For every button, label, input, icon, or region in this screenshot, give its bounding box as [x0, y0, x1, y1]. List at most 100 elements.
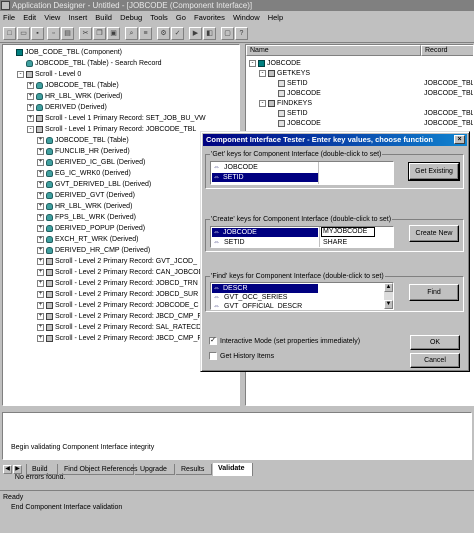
tree-node[interactable]: - Scroll - Level 1 Primary Record: JOBCOD…	[27, 125, 196, 134]
tab-build[interactable]: Build	[26, 464, 58, 475]
expand-icon[interactable]: +	[37, 158, 44, 166]
tab-scroll-left-icon[interactable]: ◀	[3, 465, 12, 474]
ci-tree-row[interactable]: - JOBCODE	[249, 59, 301, 68]
expand-icon[interactable]: +	[37, 301, 44, 309]
menu-debug[interactable]: Debug	[117, 11, 145, 24]
expand-icon[interactable]: +	[37, 213, 44, 221]
expand-icon[interactable]: +	[37, 224, 44, 232]
tree-node[interactable]: + EXCH_RT_WRK (Derived)	[37, 235, 139, 244]
tree-node[interactable]: + Scroll - Level 2 Primary Record: JOBCOD…	[37, 301, 199, 310]
tab-find-object-references[interactable]: Find Object References	[59, 464, 138, 475]
create-key-row-selected[interactable]: ⇔ JOBCODE	[212, 228, 318, 237]
expand-icon[interactable]: +	[27, 114, 34, 122]
tree-node[interactable]: + Scroll - Level 2 Primary Record: GVT_JC…	[37, 257, 197, 266]
project-icon[interactable]: ◧	[203, 27, 216, 40]
tree-node[interactable]: + Scroll - Level 2 Primary Record: JBCD_C…	[37, 312, 202, 321]
interactive-mode-option[interactable]: ✓ Interactive Mode (set properties immedi…	[209, 337, 360, 345]
get-keys-list[interactable]: ⇔ JOBCODE ⇔ SETID	[210, 161, 394, 185]
expand-icon[interactable]: +	[27, 81, 34, 89]
expand-icon[interactable]: +	[37, 180, 44, 188]
properties-icon[interactable]: ≡	[139, 27, 152, 40]
tab-scroll-right-icon[interactable]: ▶	[13, 465, 22, 474]
menu-favorites[interactable]: Favorites	[191, 11, 228, 24]
tree-node[interactable]: + DERIVED (Derived)	[27, 103, 107, 112]
help-icon[interactable]: ?	[235, 27, 248, 40]
print-icon[interactable]: ▤	[61, 27, 74, 40]
menu-help[interactable]: Help	[265, 11, 286, 24]
test-icon[interactable]: ▶	[189, 27, 202, 40]
expand-icon[interactable]: +	[37, 268, 44, 276]
ci-tree-row[interactable]: JOBCODE	[269, 119, 321, 128]
tree-node[interactable]: + Scroll - Level 2 Primary Record: JBCD_C…	[37, 334, 202, 343]
get-key-row-selected[interactable]: ⇔ SETID	[212, 173, 318, 182]
tree-node[interactable]: + Scroll - Level 2 Primary Record: SAL_RA…	[37, 323, 201, 332]
collapse-icon[interactable]: -	[27, 125, 34, 133]
name-column-header[interactable]: Name	[246, 45, 421, 56]
tree-node[interactable]: JOBCODE_TBL (Table) - Search Record	[17, 59, 162, 68]
expand-icon[interactable]: +	[37, 279, 44, 287]
ci-tree-row[interactable]: SETID	[269, 79, 308, 88]
output-icon[interactable]: ▢	[221, 27, 234, 40]
tab-upgrade[interactable]: Upgrade	[135, 464, 175, 475]
tab-validate[interactable]: Validate	[213, 463, 253, 476]
expand-icon[interactable]: +	[37, 136, 44, 144]
ci-tree-row[interactable]: - FINDKEYS	[259, 99, 312, 108]
expand-icon[interactable]: +	[37, 191, 44, 199]
create-key-value-input[interactable]: MYJOBCODE	[321, 227, 375, 237]
build-icon[interactable]: ⚙	[157, 27, 170, 40]
find-key-row[interactable]: ⇔ GVT_OFFICIAL_DESCR	[213, 302, 302, 309]
create-keys-list[interactable]: ⇔ JOBCODE MYJOBCODE ⇔ SETID SHARE	[210, 226, 394, 248]
paste-icon[interactable]: ▣	[107, 27, 120, 40]
cancel-button[interactable]: Cancel	[410, 353, 460, 368]
tree-node[interactable]: + Scroll - Level 2 Primary Record: CAN_JO…	[37, 268, 204, 277]
dialog-close-button[interactable]: ×	[454, 135, 465, 144]
expand-icon[interactable]: +	[37, 323, 44, 331]
ci-tree-row[interactable]: SETID	[269, 109, 308, 118]
tree-node[interactable]: + DERIVED_IC_GBL (Derived)	[37, 158, 145, 167]
tree-node[interactable]: + DERIVED_POPUP (Derived)	[37, 224, 145, 233]
tree-node[interactable]: + Scroll - Level 2 Primary Record: JOBCD_…	[37, 279, 198, 288]
tree-node[interactable]: + FUNCLIB_HR (Derived)	[37, 147, 130, 156]
ci-tree-row[interactable]: JOBCODE	[269, 89, 321, 98]
cut-icon[interactable]: ✂	[79, 27, 92, 40]
menu-window[interactable]: Window	[230, 11, 263, 24]
tree-node[interactable]: + HR_LBL_WRK (Derived)	[37, 202, 132, 211]
menu-view[interactable]: View	[41, 11, 63, 24]
scroll-up-icon[interactable]: ▲	[384, 283, 393, 292]
menu-build[interactable]: Build	[92, 11, 115, 24]
expand-icon[interactable]: +	[37, 257, 44, 265]
tree-node[interactable]: + Scroll - Level 2 Primary Record: JOBCD_…	[37, 290, 198, 299]
validate-icon[interactable]: ✓	[171, 27, 184, 40]
menu-insert[interactable]: Insert	[65, 11, 90, 24]
tree-node[interactable]: + EG_IC_WRK0 (Derived)	[37, 169, 131, 178]
tree-node[interactable]: + HR_LBL_WRK (Derived)	[27, 92, 122, 101]
scroll-down-icon[interactable]: ▼	[384, 300, 393, 309]
expand-icon[interactable]: +	[37, 312, 44, 320]
tree-node[interactable]: + Scroll - Level 1 Primary Record: SET_JO…	[27, 114, 206, 123]
menu-file[interactable]: File	[0, 11, 18, 24]
save-all-icon[interactable]: ▫	[47, 27, 60, 40]
tab-results[interactable]: Results	[176, 464, 212, 475]
expand-icon[interactable]: +	[37, 147, 44, 155]
tree-node[interactable]: + JOBCODE_TBL (Table)	[27, 81, 119, 90]
tree-node[interactable]: + DERIVED_HR_CMP (Derived)	[37, 246, 150, 255]
find-keys-list[interactable]: ⇔ DESCR ⇔ GVT_OCC_SERIES ⇔ GVT_OFFICIAL_…	[210, 282, 394, 310]
expand-icon[interactable]: +	[37, 334, 44, 342]
expand-icon[interactable]: +	[37, 202, 44, 210]
create-new-button[interactable]: Create New	[409, 225, 459, 242]
collapse-icon[interactable]: -	[259, 99, 266, 107]
get-existing-button[interactable]: Get Existing	[408, 162, 460, 181]
expand-icon[interactable]: +	[27, 92, 34, 100]
save-icon[interactable]: ▪	[31, 27, 44, 40]
open-icon[interactable]: ▭	[17, 27, 30, 40]
create-key-row[interactable]: ⇔ SETID	[213, 238, 245, 247]
find-key-row-selected[interactable]: ⇔ DESCR	[212, 284, 318, 293]
new-icon[interactable]: □	[3, 27, 16, 40]
expand-icon[interactable]: +	[37, 246, 44, 254]
menu-go[interactable]: Go	[173, 11, 189, 24]
menu-tools[interactable]: Tools	[147, 11, 171, 24]
tree-node[interactable]: + GVT_DERIVED_LBL (Derived)	[37, 180, 151, 189]
expand-icon[interactable]: +	[37, 235, 44, 243]
expand-icon[interactable]: +	[37, 169, 44, 177]
interactive-mode-checkbox[interactable]: ✓	[209, 337, 217, 345]
